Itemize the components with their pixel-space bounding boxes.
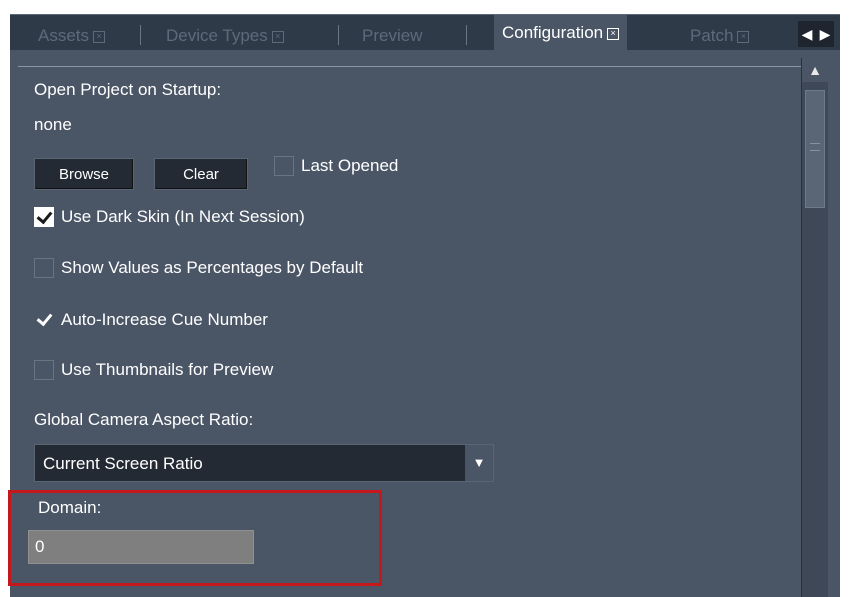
tab-divider bbox=[466, 25, 467, 45]
browse-button[interactable]: Browse bbox=[34, 158, 134, 190]
checkbox-box[interactable] bbox=[274, 156, 294, 176]
scroll-thumb[interactable] bbox=[805, 90, 825, 208]
tab-label: Patch bbox=[690, 26, 734, 45]
checkmark-icon[interactable] bbox=[34, 310, 54, 330]
last-opened-label: Last Opened bbox=[301, 156, 399, 175]
percentages-label: Show Values as Percentages by Default bbox=[61, 258, 364, 277]
clear-button[interactable]: Clear bbox=[154, 158, 248, 190]
divider bbox=[18, 66, 808, 67]
auto-increase-checkbox[interactable]: Auto-Increase Cue Number bbox=[34, 310, 268, 330]
tab-device-types[interactable]: Device Types × bbox=[166, 21, 284, 51]
auto-increase-label: Auto-Increase Cue Number bbox=[61, 310, 268, 329]
vertical-scrollbar[interactable]: ▲ bbox=[801, 58, 828, 597]
last-opened-checkbox[interactable]: Last Opened bbox=[274, 156, 398, 176]
percentages-checkbox[interactable]: Show Values as Percentages by Default bbox=[34, 258, 363, 278]
configuration-panel: ▲ Open Project on Startup: none Browse C… bbox=[10, 50, 840, 597]
tab-scroll-buttons: ◀ ▶ bbox=[798, 21, 834, 47]
aspect-ratio-label: Global Camera Aspect Ratio: bbox=[34, 410, 254, 429]
checkbox-box[interactable] bbox=[34, 258, 54, 278]
tab-label: Device Types bbox=[166, 26, 268, 45]
close-icon[interactable]: × bbox=[607, 27, 620, 40]
tab-preview[interactable]: Preview bbox=[362, 21, 422, 51]
chevron-down-icon[interactable]: ▼ bbox=[465, 445, 493, 481]
open-project-value: none bbox=[34, 115, 72, 134]
domain-input[interactable] bbox=[28, 530, 254, 564]
tab-label: Configuration bbox=[502, 23, 604, 42]
tab-assets[interactable]: Assets × bbox=[38, 21, 106, 51]
tab-divider bbox=[338, 25, 339, 45]
scroll-up-icon[interactable]: ▲ bbox=[802, 58, 828, 82]
aspect-ratio-select[interactable]: Current Screen Ratio ▼ bbox=[34, 444, 494, 482]
aspect-ratio-value: Current Screen Ratio bbox=[43, 454, 203, 473]
tab-patch[interactable]: Patch × bbox=[690, 21, 750, 51]
tab-label: Assets bbox=[38, 26, 90, 45]
checkbox-checked-icon[interactable] bbox=[34, 207, 54, 227]
domain-label: Domain: bbox=[38, 498, 102, 517]
dark-skin-checkbox[interactable]: Use Dark Skin (In Next Session) bbox=[34, 207, 305, 227]
tab-bar: Assets × Device Types × Preview Configurat… bbox=[10, 14, 840, 51]
tab-label: Preview bbox=[362, 26, 423, 45]
grip-icon bbox=[810, 143, 820, 151]
configuration-window: Assets × Device Types × Preview Configurat… bbox=[0, 0, 849, 597]
thumbnails-label: Use Thumbnails for Preview bbox=[61, 360, 274, 379]
open-project-label: Open Project on Startup: bbox=[34, 80, 222, 99]
tab-configuration[interactable]: Configuration × bbox=[494, 15, 628, 51]
close-icon[interactable]: × bbox=[737, 30, 750, 43]
close-icon[interactable]: × bbox=[93, 30, 106, 43]
close-icon[interactable]: × bbox=[271, 30, 284, 43]
triangle-right-icon[interactable]: ▶ bbox=[820, 26, 831, 43]
checkbox-box[interactable] bbox=[34, 360, 54, 380]
triangle-left-icon[interactable]: ◀ bbox=[802, 26, 813, 43]
thumbnails-checkbox[interactable]: Use Thumbnails for Preview bbox=[34, 360, 273, 380]
dark-skin-label: Use Dark Skin (In Next Session) bbox=[61, 207, 305, 226]
tab-divider bbox=[140, 25, 141, 45]
